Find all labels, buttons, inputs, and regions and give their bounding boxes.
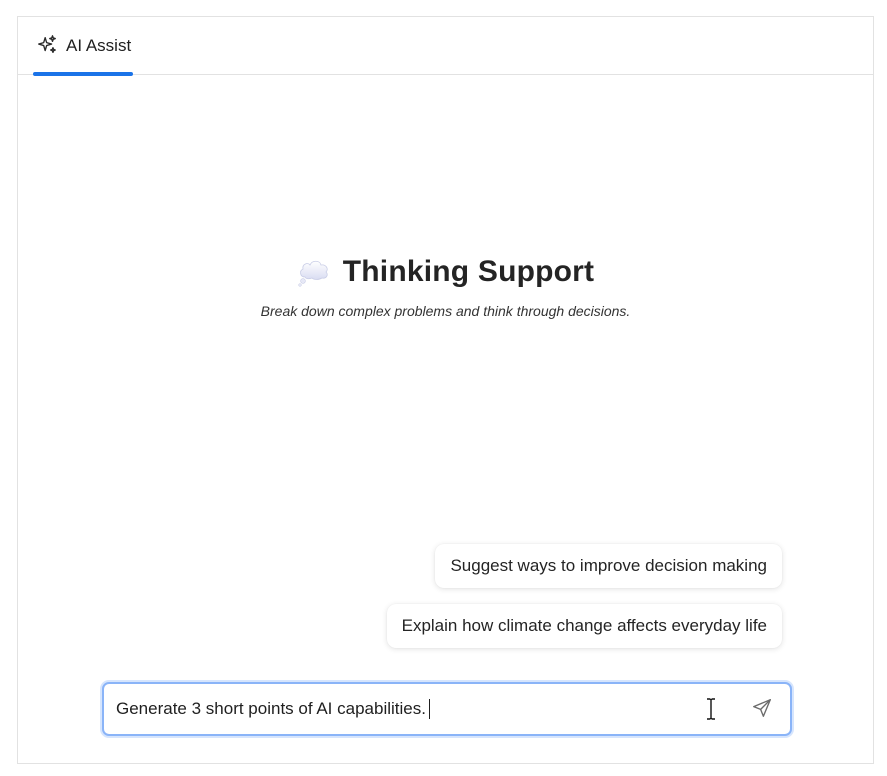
suggestion-chip[interactable]: Suggest ways to improve decision making bbox=[435, 544, 782, 588]
prompt-input[interactable] bbox=[116, 684, 696, 734]
page-title: Thinking Support bbox=[342, 255, 595, 288]
ai-assist-panel: AI Assist Thinking Support Break down co… bbox=[17, 16, 874, 764]
tab-bar: AI Assist bbox=[18, 17, 873, 76]
send-icon bbox=[753, 699, 771, 717]
welcome-banner: Thinking Support Break down complex prob… bbox=[18, 255, 873, 319]
sparkles-icon bbox=[38, 35, 56, 54]
thought-balloon-icon bbox=[298, 260, 328, 287]
prompt-composer bbox=[102, 682, 792, 736]
text-cursor-icon bbox=[707, 698, 715, 720]
tab-ai-assist[interactable]: AI Assist bbox=[33, 17, 133, 76]
suggestion-chip[interactable]: Explain how climate change affects every… bbox=[386, 604, 782, 648]
active-tab-indicator bbox=[33, 72, 133, 76]
page-subtitle: Break down complex problems and think th… bbox=[260, 303, 631, 319]
send-button[interactable] bbox=[748, 694, 776, 722]
hero-title-row: Thinking Support bbox=[18, 255, 873, 289]
text-caret bbox=[429, 699, 430, 719]
tab-label: AI Assist bbox=[66, 36, 132, 55]
